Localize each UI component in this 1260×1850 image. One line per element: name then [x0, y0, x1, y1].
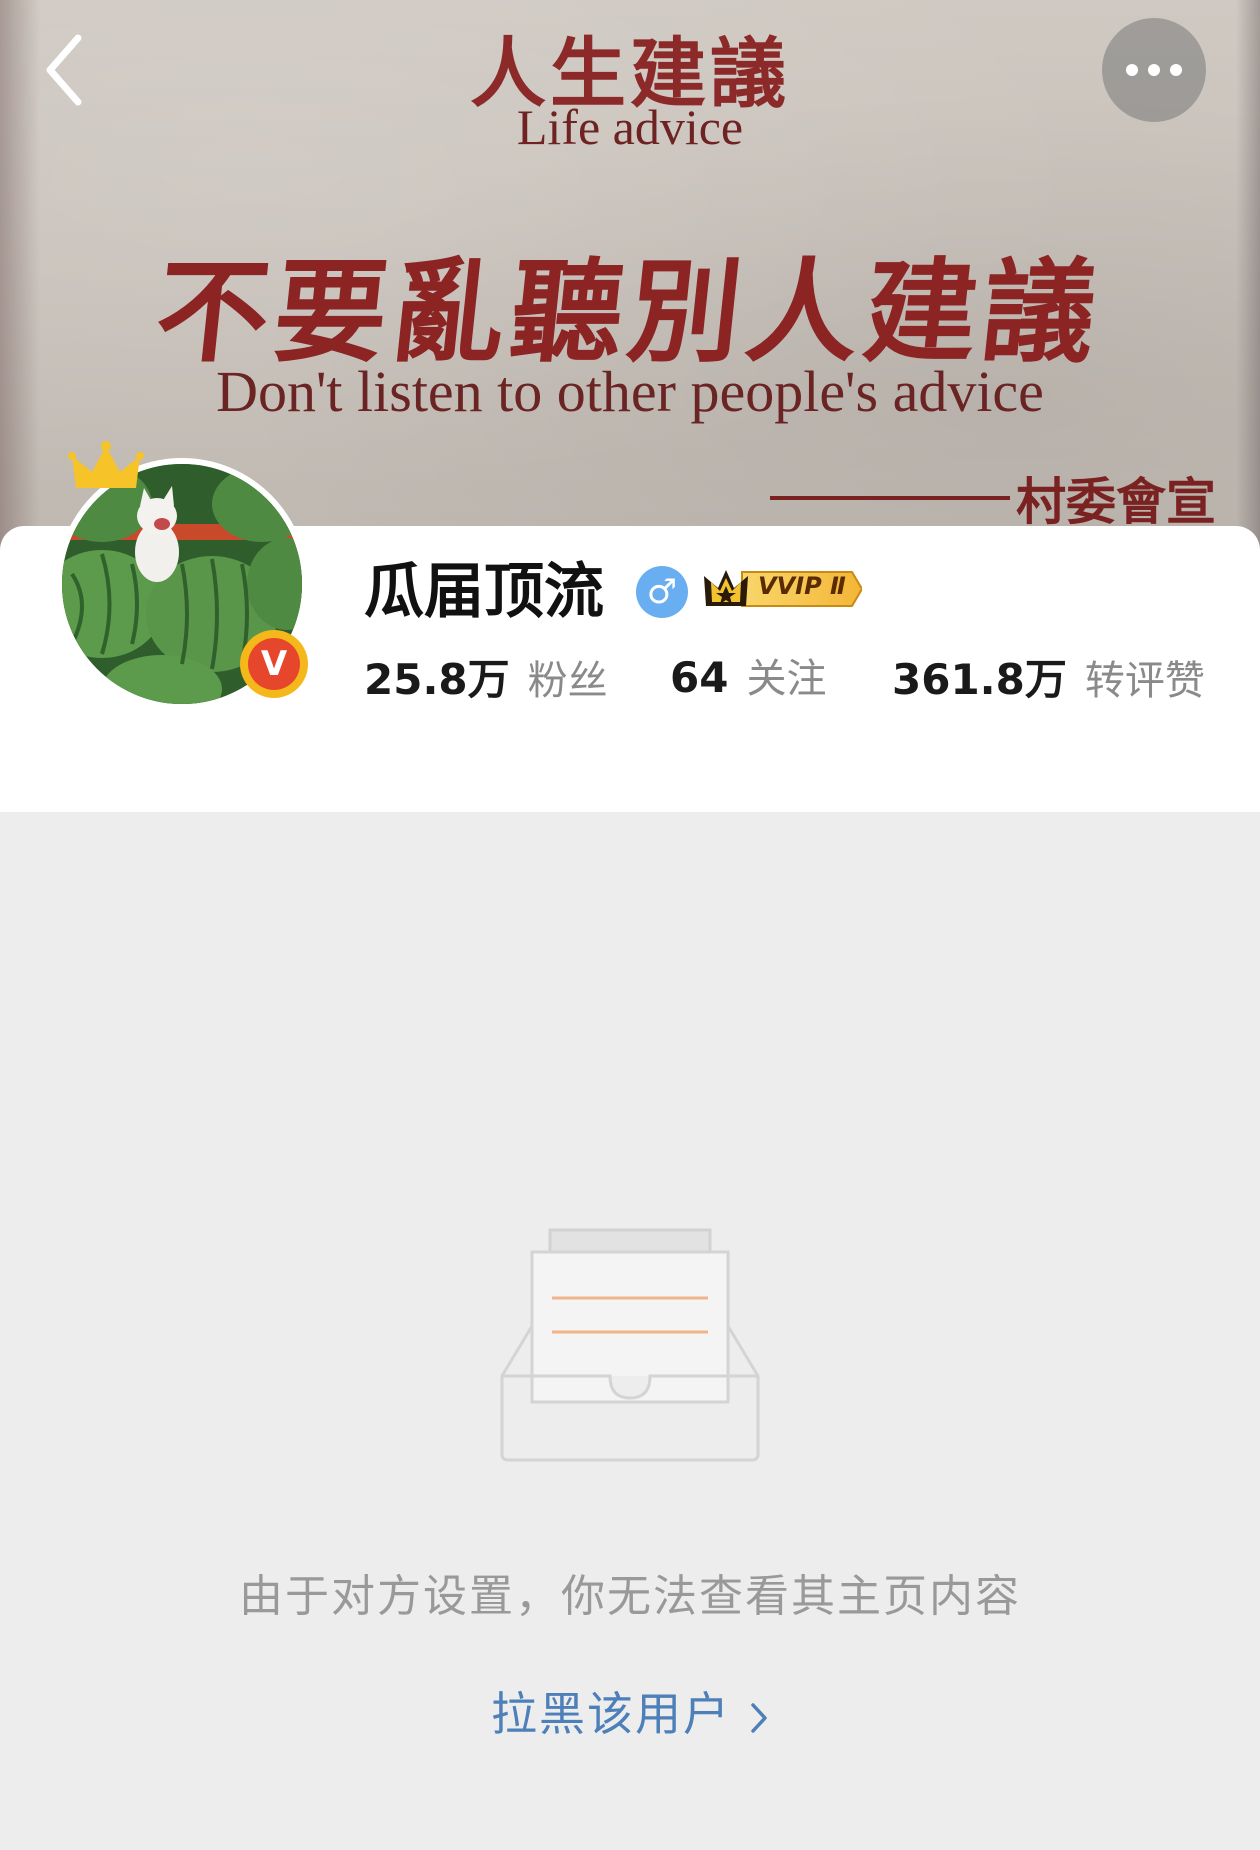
signature-text: 村委會宣	[1016, 472, 1216, 531]
stat-reposts-comments-likes[interactable]: 361.8万 转评赞	[892, 646, 1205, 707]
stat-following[interactable]: 64 关注	[670, 646, 826, 704]
more-dot	[1148, 64, 1160, 76]
more-dot	[1170, 64, 1182, 76]
interactions-count: 361.8万	[892, 655, 1067, 704]
followers-label: 粉丝	[527, 658, 608, 704]
banner-headline-en: Don't listen to other people's advice	[216, 359, 1044, 424]
followers-count: 25.8万	[364, 655, 510, 704]
chevron-right-icon	[751, 1702, 767, 1733]
following-label: 关注	[746, 656, 827, 702]
chevron-left-icon	[46, 34, 82, 106]
empty-box-icon	[500, 1228, 760, 1462]
block-user-link[interactable]: 拉黑该用户	[0, 1678, 1260, 1744]
more-options-button[interactable]	[1102, 18, 1206, 122]
back-button[interactable]	[40, 30, 100, 110]
male-gender-icon: ♂	[636, 566, 688, 618]
username: 瓜届顶流	[364, 557, 604, 627]
more-dots-icon	[1126, 64, 1138, 76]
banner-signature: 村委會宣	[770, 462, 1230, 534]
signature-dash	[770, 496, 1010, 500]
vvip-badge[interactable]: VVIP Ⅱ	[702, 566, 864, 612]
restricted-message: 由于对方设置，你无法查看其主页内容	[239, 1571, 1021, 1622]
following-count: 64	[670, 653, 729, 702]
profile-stats: 25.8万 粉丝 64 关注 361.8万 转评赞	[0, 646, 1260, 706]
interactions-label: 转评赞	[1084, 658, 1205, 704]
crown-icon	[68, 441, 144, 488]
banner-title-en: Life advice	[516, 99, 744, 155]
vvip-label: VVIP Ⅱ	[758, 572, 846, 600]
stat-followers[interactable]: 25.8万 粉丝	[364, 646, 608, 707]
block-user-label: 拉黑该用户	[491, 1687, 731, 1741]
